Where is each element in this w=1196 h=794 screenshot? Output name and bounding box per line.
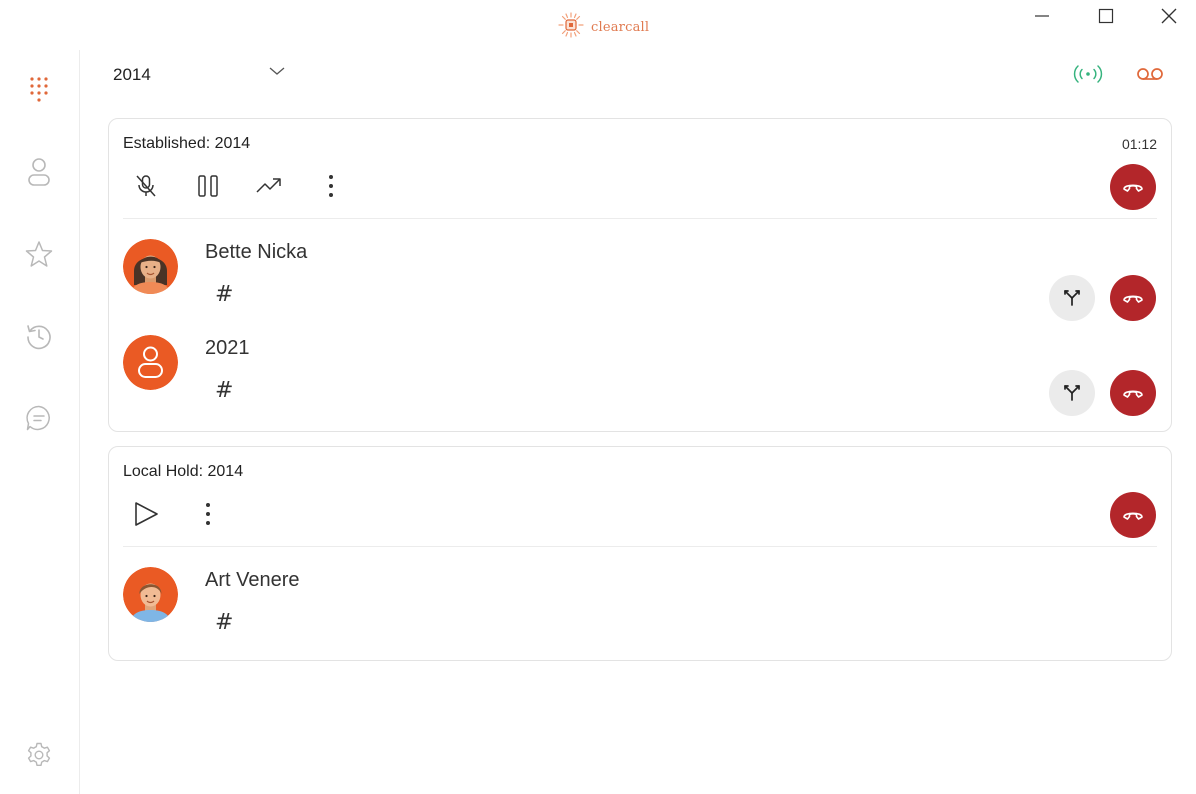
dtmf-keypad-button[interactable]: # [215, 282, 233, 307]
minimize-icon [1035, 15, 1049, 17]
avatar [123, 335, 178, 390]
transfer-button[interactable] [253, 170, 285, 202]
transfer-icon [256, 178, 281, 193]
history-icon [27, 325, 51, 350]
avatar [123, 239, 178, 294]
star-icon [25, 241, 53, 267]
more-icon [329, 175, 333, 197]
party-name: 2021 [205, 337, 250, 359]
hangup-party-button[interactable] [1110, 275, 1156, 321]
mute-button[interactable] [130, 170, 162, 202]
close-icon [1161, 8, 1177, 24]
call-card-hold: Local Hold: 2014 Art Venere # [108, 446, 1172, 661]
generic-avatar [123, 335, 178, 390]
more-icon [206, 503, 210, 525]
minimize-button[interactable] [1030, 4, 1054, 28]
sidebar-item-contacts[interactable] [22, 155, 56, 189]
call-card-established: Established: 2014 01:12 Bette Nicka # 20… [108, 118, 1172, 432]
split-call-button[interactable] [1049, 370, 1095, 416]
hangup-icon [1123, 512, 1143, 520]
chevron-down-icon [268, 62, 286, 85]
status-icons [1072, 62, 1167, 86]
maximize-icon [1098, 8, 1114, 24]
close-button[interactable] [1157, 4, 1181, 28]
sidebar-item-favorites[interactable] [22, 237, 56, 271]
mute-icon [136, 175, 156, 197]
maximize-button[interactable] [1094, 4, 1118, 28]
dialpad-icon [30, 77, 48, 102]
hold-button[interactable] [192, 170, 224, 202]
hangup-party-button[interactable] [1110, 370, 1156, 416]
gear-icon [27, 742, 51, 766]
divider [123, 218, 1157, 219]
person-icon [28, 158, 50, 186]
sidebar-item-history[interactable] [22, 319, 56, 353]
title-bar: clearcall [0, 0, 1196, 50]
divider [123, 546, 1157, 547]
app-brand: clearcall [557, 11, 649, 44]
call-title: Established: 2014 [123, 135, 251, 152]
call-timer: 01:12 [1121, 136, 1157, 152]
voicemail-icon[interactable] [1134, 62, 1166, 91]
signal-icon[interactable] [1072, 62, 1104, 91]
call-title: Local Hold: 2014 [123, 463, 244, 480]
app-name: clearcall [591, 20, 650, 35]
split-call-button[interactable] [1049, 275, 1095, 321]
chat-icon [26, 405, 50, 431]
sidebar [0, 50, 80, 794]
settings-button[interactable] [22, 738, 56, 772]
party-name: Art Venere [205, 569, 300, 591]
sidebar-item-dialpad[interactable] [22, 72, 56, 106]
dtmf-keypad-button[interactable]: # [215, 378, 233, 403]
call-split-icon [1064, 290, 1080, 306]
hangup-button[interactable] [1110, 164, 1156, 210]
resume-button[interactable] [130, 498, 162, 530]
call-split-icon [1064, 385, 1080, 401]
line-selector[interactable]: 2014 [113, 62, 293, 86]
hangup-icon [1123, 184, 1143, 192]
line-selector-value: 2014 [113, 65, 151, 84]
pause-icon [198, 175, 218, 197]
sidebar-item-messages[interactable] [22, 401, 56, 435]
more-options-button[interactable] [315, 170, 347, 202]
hangup-icon [1123, 295, 1143, 303]
more-options-button[interactable] [192, 498, 224, 530]
female-avatar [123, 239, 178, 294]
logo-icon [557, 11, 585, 44]
party-name: Bette Nicka [205, 241, 308, 263]
dtmf-keypad-button[interactable]: # [215, 610, 233, 635]
hangup-icon [1123, 390, 1143, 398]
play-icon [135, 502, 158, 526]
male-avatar [123, 567, 178, 622]
hangup-button[interactable] [1110, 492, 1156, 538]
avatar [123, 567, 178, 622]
